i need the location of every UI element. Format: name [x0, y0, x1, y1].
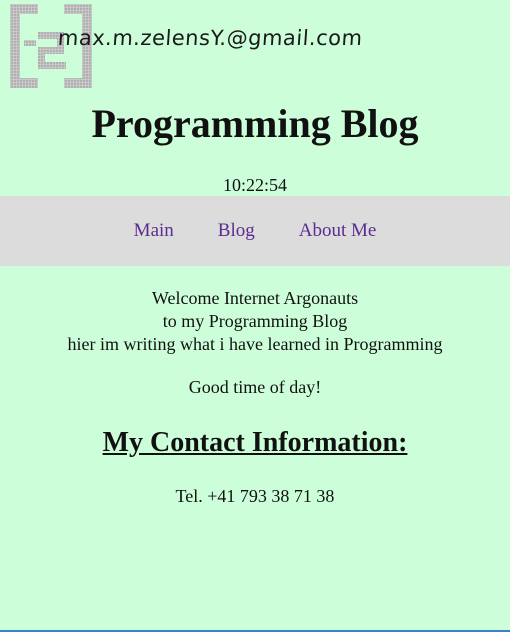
- page-header: max.m.zelensY.@gmail.com Programming Blo…: [0, 0, 510, 196]
- clock: 10:22:54: [222, 175, 287, 195]
- intro-line: Welcome Internet Argonauts: [151, 288, 359, 308]
- greeting-text: Good time of day!: [188, 377, 322, 397]
- nav-link-main[interactable]: Main: [134, 219, 174, 243]
- email-address: max.m.zelensY.@gmail.com: [57, 26, 364, 50]
- page-title: Programming Blog: [91, 101, 419, 146]
- contact-heading: My Contact Information:: [102, 427, 408, 458]
- nav-link-about-me[interactable]: About Me: [299, 219, 377, 243]
- main-nav: Main Blog About Me: [0, 196, 510, 266]
- phone-number: Tel. +41 793 38 71 38: [175, 486, 335, 506]
- intro-line: to my Programming Blog: [162, 311, 348, 331]
- nav-link-blog[interactable]: Blog: [218, 219, 255, 243]
- intro-text: Welcome Internet Argonauts to my Program…: [0, 287, 510, 356]
- intro-line: hier im writing what i have learned in P…: [67, 334, 443, 354]
